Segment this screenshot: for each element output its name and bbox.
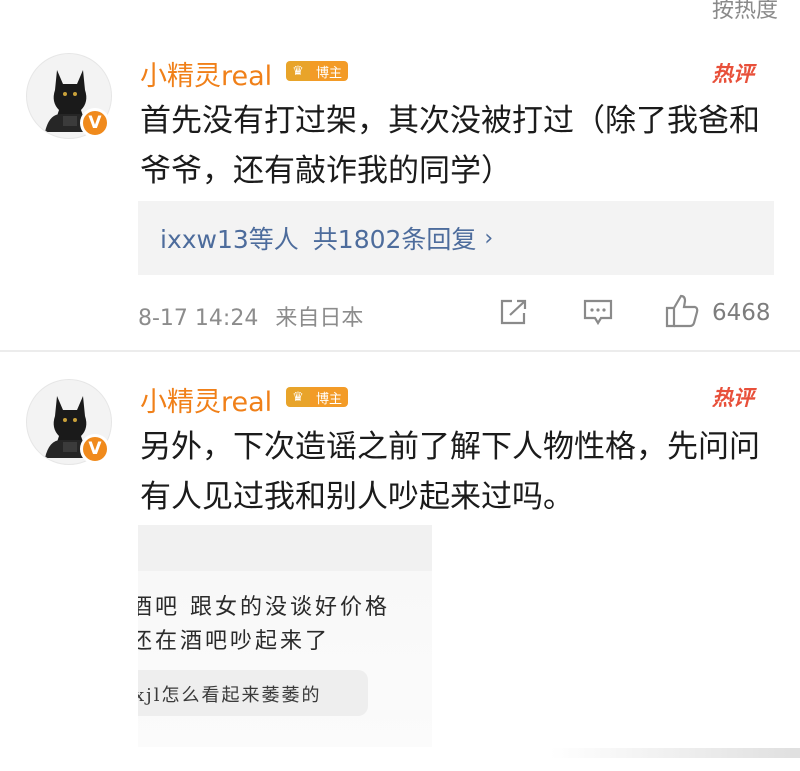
reply-users[interactable]: ixxw13等人 — [160, 220, 299, 256]
verified-badge: V — [80, 108, 110, 138]
username[interactable]: 小精灵real — [140, 380, 272, 419]
blogger-badge: ♛ 博主 — [286, 386, 349, 408]
image-text-line: 还在酒吧吵起来了 — [138, 629, 331, 654]
crown-icon: ♛ — [286, 387, 310, 407]
location: 来自日本 — [275, 306, 364, 331]
image-text-line: 酒吧 跟女的没谈好价格 — [138, 595, 390, 620]
comment-text: 另外，下次造谣之前了解下人物性格，先问问有人见过我和别人吵起来过吗。 — [140, 429, 760, 515]
comment-item: V 小精灵real ♛ 博主 热评 首先没有打过架，其次没被打过（除了我爸和爷爷… — [0, 0, 800, 352]
blogger-badge: ♛ 博主 — [286, 60, 349, 82]
watermark — [550, 748, 800, 758]
attached-image[interactable]: 酒吧 跟女的没谈好价格 还在酒吧吵起来了 xjl怎么看起来萎萎的 — [138, 525, 432, 747]
comment-meta: 8-17 14:24 来自日本 — [138, 300, 363, 332]
hot-comment-tag: 热评 — [712, 61, 754, 86]
badge-label: 博主 — [310, 61, 349, 81]
like-icon[interactable] — [664, 293, 700, 329]
image-bubble-text: xjl怎么看起来萎萎的 — [138, 685, 322, 706]
image-header-bar — [138, 525, 432, 571]
badge-label: 博主 — [310, 387, 349, 407]
comment-icon[interactable] — [582, 297, 614, 327]
username[interactable]: 小精灵real — [140, 54, 272, 93]
share-icon[interactable] — [498, 297, 530, 327]
verified-badge: V — [80, 434, 110, 464]
chevron-right-icon: › — [484, 225, 494, 251]
like-count: 6468 — [712, 300, 771, 326]
reply-summary[interactable]: ixxw13等人 共1802条回复 › — [138, 201, 774, 275]
crown-icon: ♛ — [286, 61, 310, 81]
comment-item: V 小精灵real ♛ 博主 热评 另外，下次造谣之前了解下人物性格，先问问有人… — [0, 352, 800, 771]
comment-text: 首先没有打过架，其次没被打过（除了我爸和爷爷，还有敲诈我的同学） — [140, 103, 760, 189]
reply-count[interactable]: 共1802条回复 — [313, 220, 477, 256]
timestamp: 8-17 14:24 — [138, 306, 259, 331]
hot-comment-tag: 热评 — [712, 385, 754, 410]
